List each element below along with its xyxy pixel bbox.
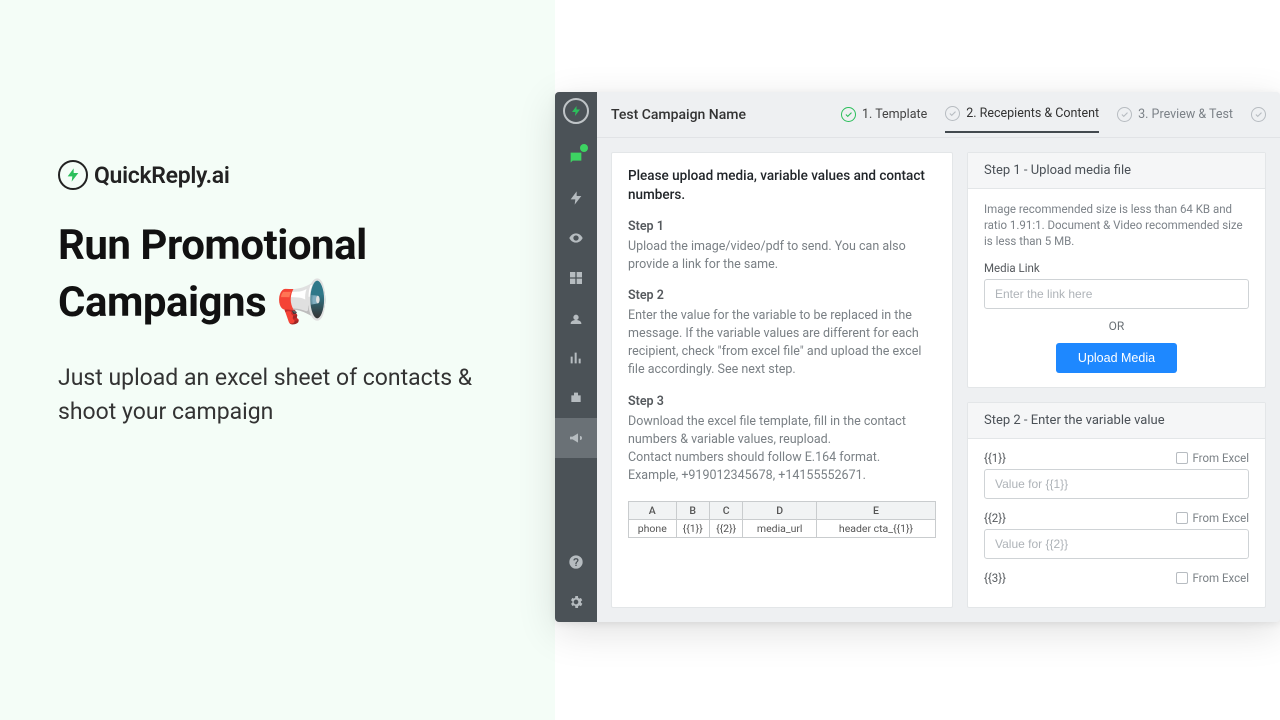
upload-media-card: Step 1 - Upload media file Image recomme… [967, 152, 1266, 388]
side-nav [555, 92, 597, 622]
upload-media-button[interactable]: Upload Media [1056, 343, 1177, 373]
nav-eye-icon[interactable] [555, 218, 597, 258]
step1-heading: Step 1 [628, 219, 936, 234]
media-link-label: Media Link [984, 261, 1249, 275]
variables-card: Step 2 - Enter the variable value {{1}} … [967, 402, 1266, 608]
variable-name: {{2}} [984, 511, 1006, 525]
brand-name: QuickReply.ai [94, 162, 230, 189]
variable-value-input[interactable] [984, 469, 1249, 499]
brand-logo: QuickReply.ai [58, 160, 495, 190]
nav-bolt-icon[interactable] [555, 178, 597, 218]
campaign-name: Test Campaign Name [611, 107, 746, 123]
promo-subtitle: Just upload an excel sheet of contacts &… [58, 361, 495, 428]
step2-text: Enter the value for the variable to be r… [628, 307, 936, 380]
nav-chat-icon[interactable] [555, 138, 597, 178]
upload-hint: Image recommended size is less than 64 K… [984, 201, 1249, 249]
step3-text3: Example, +919012345678, +14155552671. [628, 467, 936, 485]
check-icon [841, 107, 856, 122]
app-screenshot: Test Campaign Name 1. Template 2. Recepi… [555, 0, 1280, 720]
variable-value-input[interactable] [984, 529, 1249, 559]
notification-dot-icon [580, 144, 588, 152]
wizard-step-next[interactable] [1251, 97, 1266, 132]
check-icon [1117, 107, 1132, 122]
step3-text2: Contact numbers should follow E.164 form… [628, 449, 936, 467]
excel-template-table: A B C D E phone {{1}} {{2}} media_url he… [628, 501, 936, 538]
upload-card-title: Step 1 - Upload media file [968, 153, 1265, 189]
check-icon [1251, 107, 1266, 122]
instructions-card: Please upload media, variable values and… [611, 152, 953, 608]
wizard-header: Test Campaign Name 1. Template 2. Recepi… [597, 92, 1280, 138]
from-excel-checkbox[interactable]: From Excel [1176, 571, 1249, 585]
variable-row: {{2}} From Excel [984, 511, 1249, 559]
instructions-intro: Please upload media, variable values and… [628, 167, 936, 205]
step1-text: Upload the image/video/pdf to send. You … [628, 238, 936, 274]
promo-title: Run Promotional Campaigns 📢 [58, 218, 495, 331]
nav-help-icon[interactable] [555, 542, 597, 582]
nav-users-icon[interactable] [555, 298, 597, 338]
or-separator: OR [984, 319, 1249, 333]
nav-grid-icon[interactable] [555, 258, 597, 298]
promo-panel: QuickReply.ai Run Promotional Campaigns … [0, 0, 555, 720]
wizard-step-recipients[interactable]: 2. Recepients & Content [945, 96, 1099, 133]
step2-heading: Step 2 [628, 288, 936, 303]
variables-card-title: Step 2 - Enter the variable value [968, 403, 1265, 439]
from-excel-checkbox[interactable]: From Excel [1176, 451, 1249, 465]
check-icon [945, 106, 960, 121]
from-excel-checkbox[interactable]: From Excel [1176, 511, 1249, 525]
wizard-step-preview[interactable]: 3. Preview & Test [1117, 97, 1233, 132]
nav-analytics-icon[interactable] [555, 338, 597, 378]
variable-name: {{1}} [984, 451, 1006, 465]
variable-row: {{1}} From Excel [984, 451, 1249, 499]
nav-campaigns-icon[interactable] [555, 418, 597, 458]
app-logo-icon [563, 98, 589, 124]
nav-bot-icon[interactable] [555, 378, 597, 418]
nav-settings-icon[interactable] [555, 582, 597, 622]
logo-mark-icon [58, 160, 88, 190]
variable-name: {{3}} [984, 571, 1006, 585]
step3-text1: Download the excel file template, fill i… [628, 413, 936, 449]
wizard-step-template[interactable]: 1. Template [841, 97, 927, 132]
media-link-input[interactable] [984, 279, 1249, 309]
variable-row: {{3}} From Excel [984, 571, 1249, 585]
step3-heading: Step 3 [628, 394, 936, 409]
